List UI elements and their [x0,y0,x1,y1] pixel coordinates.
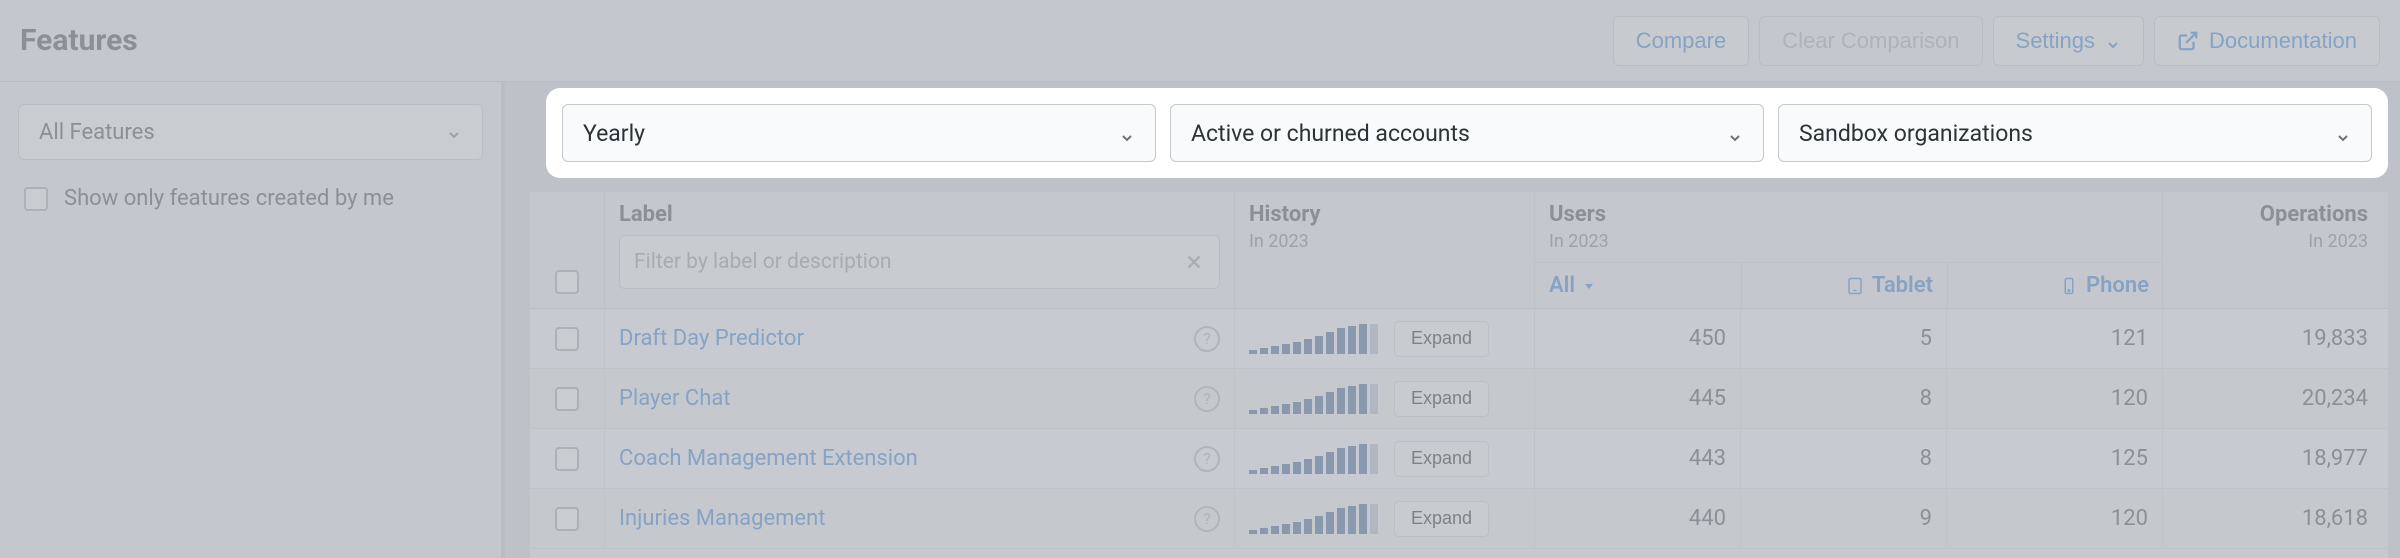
ops-sub: In 2023 [2177,231,2368,252]
cell-ops: 19,833 [2302,326,2368,351]
users-all-tab[interactable]: All [1535,263,1741,308]
cell-tablet: 8 [1920,386,1932,411]
all-features-select[interactable]: All Features [18,104,483,160]
phone-label: Phone [1962,273,2149,298]
documentation-button[interactable]: Documentation [2154,16,2380,66]
cell-all: 445 [1689,386,1726,411]
select-all-cell [530,192,604,308]
feature-name-link[interactable]: Draft Day Predictor [619,326,804,351]
history-header: History In 2023 [1234,192,1534,308]
page-title: Features [20,23,138,58]
documentation-label: Documentation [2209,28,2357,54]
cell-ops: 20,234 [2302,386,2368,411]
filter-placeholder: Filter by label or description [634,250,891,274]
users-tablet-tab[interactable]: Tablet [1741,263,1947,308]
sparkline [1249,444,1378,474]
sparkline [1249,324,1378,354]
sidebar: All Features Show only features created … [0,82,505,558]
table-row: Player Chat? Expand 445 8 120 20,234 [530,369,2388,429]
cell-all: 450 [1689,326,1726,351]
accounts-value: Active or churned accounts [1191,120,1470,147]
show-mine-label: Show only features created by me [64,186,394,211]
row-checkbox[interactable] [555,507,579,531]
cell-ops: 18,977 [2302,446,2368,471]
cell-all: 443 [1689,446,1726,471]
help-icon[interactable]: ? [1194,506,1220,532]
cell-phone: 125 [2111,446,2148,471]
select-all-checkbox[interactable] [555,270,579,294]
expand-button[interactable]: Expand [1394,321,1489,357]
chevron-down-icon [1119,125,1135,141]
sparkline [1249,504,1378,534]
help-icon[interactable]: ? [1194,326,1220,352]
users-title: Users [1549,202,2148,227]
chevron-down-icon [2105,33,2121,49]
cell-tablet: 9 [1920,506,1932,531]
cell-ops: 18,618 [2302,506,2368,531]
settings-label: Settings [2016,28,2096,54]
expand-button[interactable]: Expand [1394,441,1489,477]
row-checkbox[interactable] [555,327,579,351]
orgs-select[interactable]: Sandbox organizations [1778,104,2372,162]
help-icon[interactable]: ? [1194,386,1220,412]
expand-button[interactable]: Expand [1394,381,1489,417]
users-phone-tab[interactable]: Phone [1947,263,2163,308]
feature-name-link[interactable]: Injuries Management [619,506,825,531]
all-label: All [1549,273,1727,298]
feature-name-link[interactable]: Player Chat [619,386,730,411]
expand-button[interactable]: Expand [1394,501,1489,537]
ops-title: Operations [2177,202,2368,227]
help-icon[interactable]: ? [1194,446,1220,472]
row-checkbox[interactable] [555,447,579,471]
period-value: Yearly [583,120,645,147]
feature-name-link[interactable]: Coach Management Extension [619,446,918,471]
cell-tablet: 8 [1920,446,1932,471]
chevron-down-icon [1727,125,1743,141]
row-checkbox[interactable] [555,387,579,411]
settings-button[interactable]: Settings [1993,16,2145,66]
header-actions: Compare Clear Comparison Settings Docume… [1613,16,2380,66]
users-header-group: Users In 2023 All Tablet [1534,192,2162,308]
history-title: History [1249,202,1520,227]
clear-comparison-button: Clear Comparison [1759,16,1982,66]
show-mine-checkbox[interactable] [24,187,48,211]
compare-button[interactable]: Compare [1613,16,1749,66]
show-mine-row: Show only features created by me [18,186,483,211]
users-sub: In 2023 [1549,231,2148,252]
ops-header: Operations In 2023 [2162,192,2382,308]
history-sub: In 2023 [1249,231,1520,252]
external-link-icon [2177,30,2199,52]
accounts-select[interactable]: Active or churned accounts [1170,104,1764,162]
table-row: Injuries Management? Expand 440 9 120 18,618 [530,489,2388,549]
table-body: Draft Day Predictor? Expand 450 5 121 19,833 P… [530,309,2388,549]
cell-all: 440 [1689,506,1726,531]
chevron-down-icon [446,124,462,140]
chevron-down-icon [2335,125,2351,141]
label-filter-input[interactable]: Filter by label or description [619,235,1220,289]
table-row: Coach Management Extension? Expand 443 8 125… [530,429,2388,489]
orgs-value: Sandbox organizations [1799,120,2033,147]
cell-phone: 120 [2111,386,2148,411]
cell-phone: 120 [2111,506,2148,531]
header: Features Compare Clear Comparison Settin… [0,0,2400,82]
period-select[interactable]: Yearly [562,104,1156,162]
label-header: Label Filter by label or description [604,192,1234,308]
filter-bar: Yearly Active or churned accounts Sandbo… [546,88,2388,178]
cell-tablet: 5 [1920,326,1932,351]
clear-filter-icon[interactable] [1183,251,1205,273]
table-row: Draft Day Predictor? Expand 450 5 121 19,833 [530,309,2388,369]
sparkline [1249,384,1378,414]
feature-table: Label Filter by label or description His… [530,192,2388,558]
all-features-label: All Features [39,120,155,145]
label-title: Label [619,202,1220,227]
table-head: Label Filter by label or description His… [530,192,2388,309]
tablet-label: Tablet [1756,273,1933,298]
cell-phone: 121 [2111,326,2148,351]
